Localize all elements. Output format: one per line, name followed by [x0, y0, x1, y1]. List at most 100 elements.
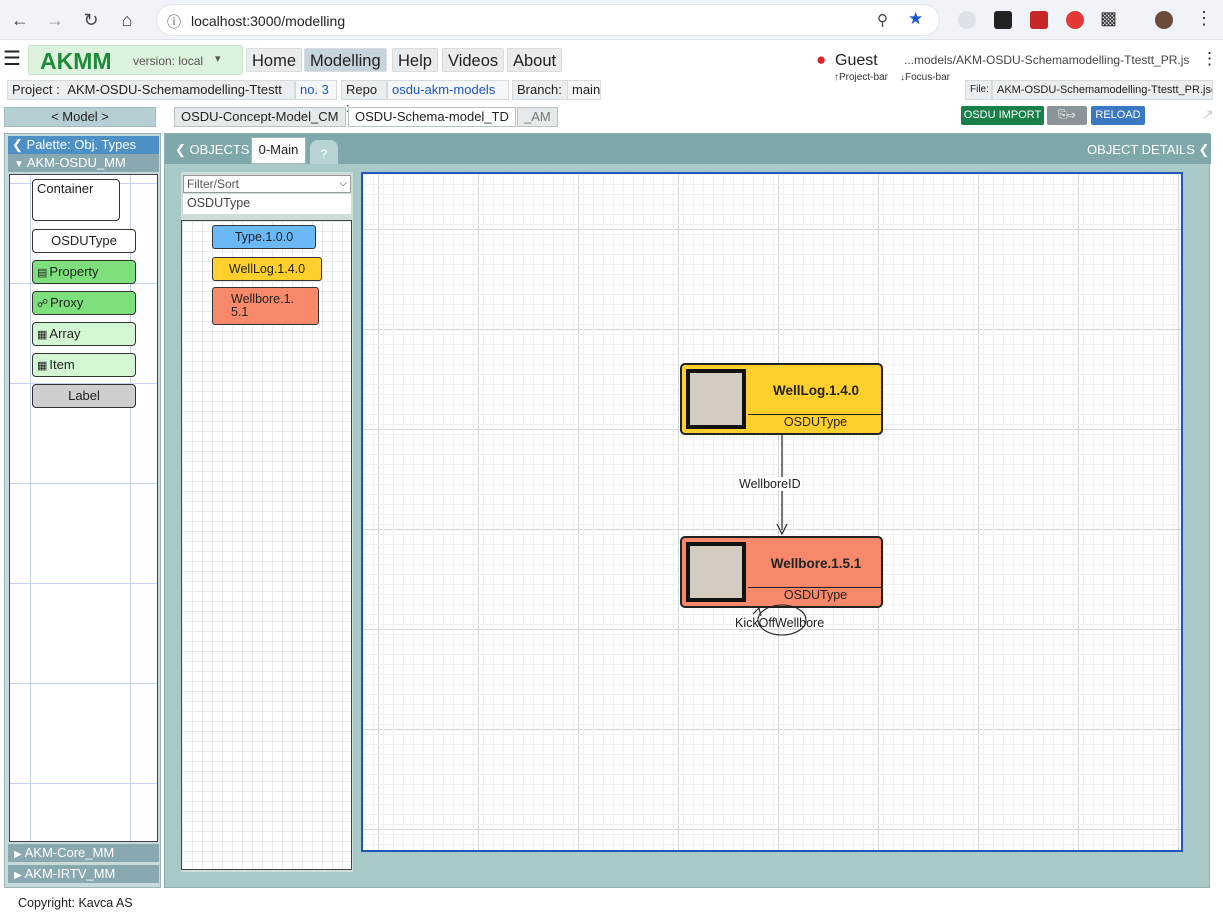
copyright: Copyright: Kavca AS [18, 896, 133, 910]
project-label: Project : [12, 82, 60, 97]
filter-sort-select[interactable]: Filter/Sort ⌵ [183, 175, 351, 193]
app-header: ☰ AKMM version: local ▾ Home Modelling H… [0, 41, 1223, 83]
palette-canvas: Container OSDUType ▤ Property ☍ Proxy ▦ Arr… [9, 174, 158, 842]
menu-about[interactable]: About [507, 48, 563, 72]
tab-0-main[interactable]: 0-Main [251, 137, 306, 164]
filter-type-label: OSDUType [183, 194, 351, 214]
palette-item-label[interactable]: Label [32, 384, 136, 408]
tab-concept-model[interactable]: OSDU-Concept-Model_CM [174, 107, 346, 127]
repo-label: Repo : [341, 80, 387, 115]
model-tabs-bar: < Model > OSDU-Concept-Model_CM OSDU-Sch… [0, 105, 1223, 129]
project-bar: Project : AKM-OSDU-Schemamodelling-Ttest… [0, 78, 1223, 115]
palette-panel: ❮ Palette: Obj. Types ▼ AKM-OSDU_MM Cont… [4, 133, 161, 888]
chevron-down-icon: ⌵ [339, 178, 347, 189]
modelling-area: ❮ OBJECTS 0-Main ? OBJECT DETAILS ❮ Filt… [164, 133, 1211, 888]
array-grid-icon: ▦ [37, 329, 48, 341]
property-icon: ▤ [37, 267, 48, 279]
palette-item-label: Property [49, 264, 99, 279]
project-field[interactable]: Project : AKM-OSDU-Schemamodelling-Ttest… [7, 80, 295, 100]
extension-circle-icon[interactable] [1066, 11, 1084, 29]
objects-label: OBJECTS [189, 142, 250, 157]
object-item-welllog[interactable]: WellLog.1.4.0 [212, 257, 322, 281]
tab-help[interactable]: ? [310, 140, 338, 164]
link-label-wellboreid[interactable]: WellboreID [739, 477, 801, 491]
palette-group-label: AKM-IRTV_MM [24, 866, 116, 881]
object-item-type[interactable]: Type.1.0.0 [212, 225, 316, 249]
collapsed-triangle-icon: ▶ [14, 849, 22, 860]
expanded-triangle-icon: ▼ [14, 159, 24, 170]
zoom-icon[interactable]: ⚲ [877, 11, 888, 29]
collapse-chevron-icon[interactable]: ❮ [12, 137, 23, 152]
reload-icon[interactable]: ↻ [80, 9, 102, 31]
repo-name[interactable]: osdu-akm-models [387, 80, 509, 100]
site-info-icon[interactable]: ⓘ [167, 12, 181, 32]
address-bar[interactable]: ⓘ localhost:3000/modelling ⚲ ★ [156, 4, 940, 36]
objects-tab-bar: ❮ OBJECTS 0-Main ? OBJECT DETAILS ❮ [165, 134, 1211, 164]
palette-group-label: AKM-OSDU_MM [26, 155, 126, 170]
puzzle-icon[interactable]: ▩ [1100, 8, 1117, 29]
palette-group-akm-irtv[interactable]: ▶ AKM-IRTV_MM [8, 865, 159, 883]
palette-item-property[interactable]: ▤ Property [32, 260, 136, 284]
version-label: version: local [133, 54, 204, 68]
palette-item-label: Item [49, 357, 75, 372]
proxy-icon: ☍ [37, 298, 49, 310]
export-icon: ⎘⇨ [1058, 109, 1076, 121]
file-name[interactable]: AKM-OSDU-Schemamodelling-Ttestt_PR.json [992, 80, 1213, 100]
project-name: AKM-OSDU-Schemamodelling-Ttestt [67, 82, 282, 97]
app-logo: AKMM [40, 48, 112, 74]
tab-schema-model[interactable]: OSDU-Schema-model_TD [348, 107, 516, 127]
model-button[interactable]: < Model > [4, 107, 156, 127]
palette-title-text: Palette: Obj. Types [26, 137, 137, 152]
filter-sort-text: Filter/Sort [187, 177, 240, 191]
extension-icon[interactable] [958, 11, 976, 29]
palette-item-osdutype[interactable]: OSDUType [32, 229, 136, 253]
file-label: File: [965, 80, 992, 100]
home-icon[interactable]: ⌂ [116, 9, 138, 31]
palette-item-array[interactable]: ▦ Array [32, 322, 136, 346]
link-label-kickoffwellbore[interactable]: KickOffWellbore [735, 616, 824, 630]
object-details-label: OBJECT DETAILS [1087, 142, 1195, 157]
palette-group-label: AKM-Core_MM [24, 845, 115, 860]
diagram-links [752, 435, 807, 636]
url-text: localhost:3000/modelling [191, 13, 346, 29]
user-name[interactable]: Guest [835, 52, 878, 70]
palette-title[interactable]: ❮ Palette: Obj. Types [8, 136, 159, 154]
hamburger-icon[interactable]: ☰ [3, 46, 21, 71]
branch-label: Branch: [512, 80, 568, 100]
external-link-icon[interactable]: ↗ [1202, 106, 1214, 123]
menu-home[interactable]: Home [246, 48, 303, 72]
extension-g-icon[interactable] [994, 11, 1012, 29]
back-icon[interactable]: ← [9, 9, 31, 31]
menu-videos[interactable]: Videos [442, 48, 505, 72]
tab-am[interactable]: _AM [517, 107, 558, 127]
forward-icon[interactable]: → [44, 9, 66, 31]
bookmark-star-icon[interactable]: ★ [908, 9, 923, 29]
more-icon[interactable]: ⋮ [1201, 49, 1218, 69]
objects-toggle[interactable]: ❮ OBJECTS [175, 142, 249, 158]
avatar[interactable] [1155, 11, 1173, 29]
version-dropdown-icon[interactable]: ▾ [215, 52, 221, 65]
diagram-canvas[interactable]: WellLog.1.4.0 OSDUType Wellbore.1.5.1 OS… [361, 172, 1183, 852]
palette-group-akm-core[interactable]: ▶ AKM-Core_MM [8, 844, 159, 862]
browser-toolbar: ← → ↻ ⌂ ⓘ localhost:3000/modelling ⚲ ★ ▩… [0, 0, 1223, 40]
branch-name[interactable]: main [567, 80, 601, 100]
reload-button[interactable]: RELOAD [1091, 106, 1145, 125]
browser-menu-icon[interactable]: ⋮ [1195, 8, 1213, 29]
objects-list-canvas: Type.1.0.0 WellLog.1.4.0 Wellbore.1.5.1 [181, 220, 352, 870]
project-number[interactable]: no. 3 [295, 80, 337, 100]
menu-help[interactable]: Help [392, 48, 438, 72]
user-icon: ● [816, 50, 827, 69]
menu-modelling[interactable]: Modelling [304, 48, 387, 72]
palette-group-akm-osdu[interactable]: ▼ AKM-OSDU_MM [8, 154, 159, 172]
collapsed-triangle-icon: ▶ [14, 870, 22, 881]
object-item-wellbore[interactable]: Wellbore.1.5.1 [212, 287, 319, 325]
extension-red-icon[interactable] [1030, 11, 1048, 29]
object-details-toggle[interactable]: OBJECT DETAILS ❮ [1087, 142, 1209, 158]
file-path: ...models/AKM-OSDU-Schemamodelling-Ttest… [904, 53, 1190, 67]
palette-item-item[interactable]: ▦ Item [32, 353, 136, 377]
export-button[interactable]: ⎘⇨ [1047, 106, 1087, 125]
osdu-import-button[interactable]: OSDU IMPORT [961, 106, 1044, 125]
palette-item-proxy[interactable]: ☍ Proxy [32, 291, 136, 315]
palette-item-label: Proxy [50, 295, 84, 310]
palette-item-container[interactable]: Container [32, 179, 120, 221]
